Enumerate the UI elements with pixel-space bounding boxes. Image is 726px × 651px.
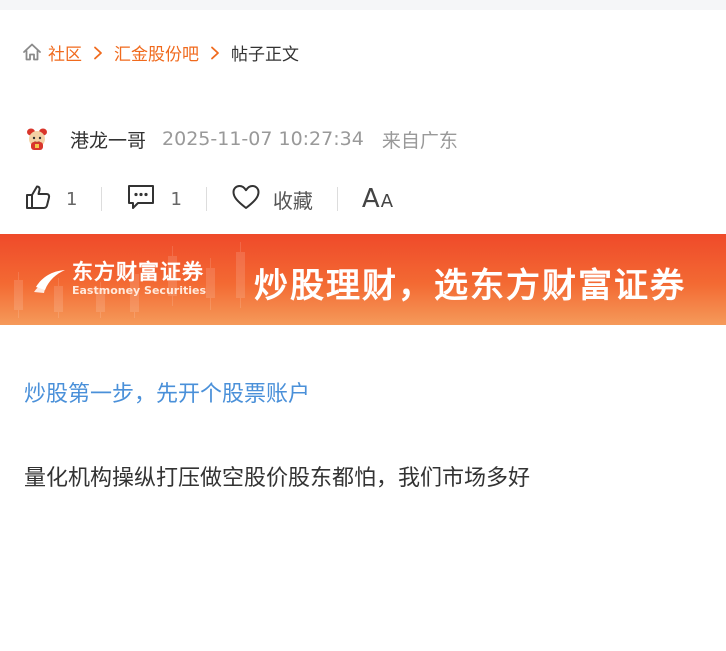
thumbs-up-icon [24,183,52,216]
comment-count: 1 [170,188,182,210]
font-size-button[interactable]: A A [362,184,393,214]
author-row: 港龙一哥 2025-11-07 10:27:34 来自广东 [24,125,458,153]
breadcrumb: 社区 汇金股份吧 帖子正文 [22,40,299,65]
divider [101,187,103,211]
breadcrumb-community-link[interactable]: 社区 [48,40,82,65]
ad-banner[interactable]: 东方财富证券 Eastmoney Securities 炒股理财，选东方财富证券 [0,234,726,325]
breadcrumb-forum-link[interactable]: 汇金股份吧 [114,40,199,65]
top-strip [0,0,726,10]
divider [336,187,338,211]
post-time: 2025-11-07 10:27:34 [162,128,364,150]
avatar[interactable] [24,126,50,152]
like-button[interactable]: 1 [24,183,77,216]
font-size-small-glyph: A [380,191,394,212]
banner-brand-en: Eastmoney Securities [72,284,207,297]
heart-icon [231,183,261,216]
favorite-label: 收藏 [272,188,313,213]
comment-icon [126,183,156,216]
action-bar: 1 1 收藏 A A [24,183,393,215]
banner-brand-cn: 东方财富证券 [72,260,204,284]
breadcrumb-current: 帖子正文 [231,44,299,65]
chevron-right-icon [92,45,104,60]
home-icon[interactable] [22,42,42,62]
font-size-large-glyph: A [361,184,380,214]
post-location: 来自广东 [381,129,458,152]
open-account-link[interactable]: 炒股第一步，先开个股票账户 [24,376,310,408]
comment-button[interactable]: 1 [126,183,182,216]
author-name[interactable]: 港龙一哥 [70,126,146,153]
like-count: 1 [66,188,78,210]
post-content: 量化机构操纵打压做空股价股东都怕，我们市场多好 [24,466,531,491]
eastmoney-logo: 东方财富证券 Eastmoney Securities [32,260,206,298]
chevron-right-icon [209,45,221,60]
banner-slogan: 炒股理财，选东方财富证券 [254,266,686,306]
favorite-button[interactable]: 收藏 [231,183,313,216]
divider [205,187,207,211]
eastmoney-logo-icon [32,261,68,297]
